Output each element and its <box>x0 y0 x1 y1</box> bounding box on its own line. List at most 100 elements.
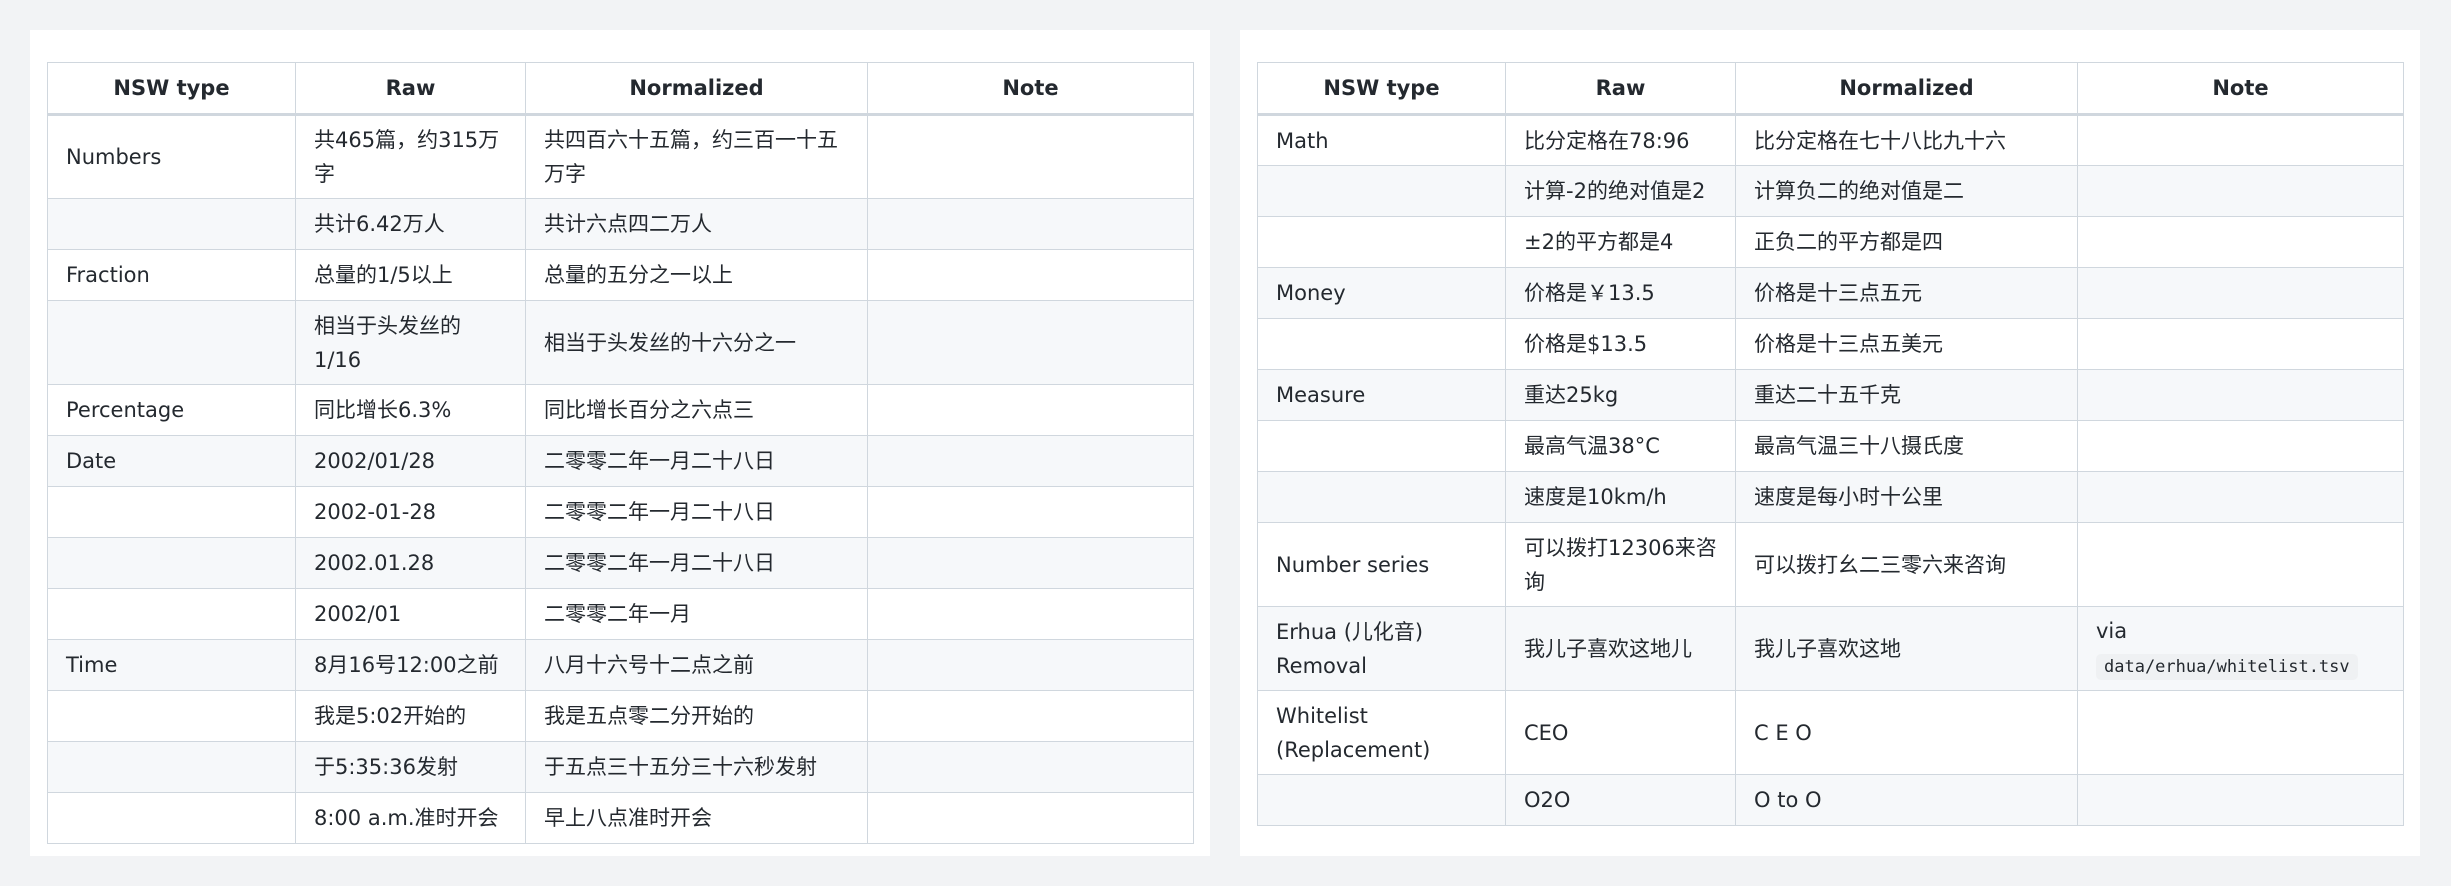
table-row: Math 比分定格在78:96 比分定格在七十八比九十六 <box>1257 114 2404 166</box>
cell-raw: 总量的1/5以上 <box>295 249 526 301</box>
cell-normalized: 我是五点零二分开始的 <box>525 690 868 742</box>
cell-note <box>867 639 1194 691</box>
cell-note <box>2077 216 2404 268</box>
cell-note <box>2077 690 2404 775</box>
cell-normalized: C E O <box>1735 690 2078 775</box>
cell-normalized: 可以拨打幺二三零六来咨询 <box>1735 522 2078 607</box>
cell-raw: 价格是￥13.5 <box>1505 267 1736 319</box>
cell-raw: 重达25kg <box>1505 369 1736 421</box>
cell-normalized: 早上八点准时开会 <box>525 792 868 844</box>
cell-nsw-type <box>1257 165 1506 217</box>
cell-note <box>867 249 1194 301</box>
cell-normalized: 共计六点四二万人 <box>525 198 868 250</box>
cell-nsw-type <box>1257 216 1506 268</box>
cell-nsw-type: Numbers <box>47 114 296 199</box>
table-row: Number series 可以拨打12306来咨询 可以拨打幺二三零六来咨询 <box>1257 522 2404 607</box>
cell-raw: 2002/01 <box>295 588 526 640</box>
cell-nsw-type <box>47 537 296 589</box>
cell-note <box>2077 420 2404 472</box>
table-row: ±2的平方都是4 正负二的平方都是四 <box>1257 216 2404 268</box>
table-row: 共计6.42万人 共计六点四二万人 <box>47 198 1194 250</box>
cell-note <box>867 486 1194 538</box>
cell-nsw-type <box>47 690 296 742</box>
cell-raw: 2002.01.28 <box>295 537 526 589</box>
cell-note <box>2077 114 2404 166</box>
left-table-panel: NSW type Raw Normalized Note Numbers 共46… <box>30 30 1210 856</box>
cell-nsw-type: Date <box>47 435 296 487</box>
column-header-nsw-type: NSW type <box>1257 62 1506 115</box>
left-nsw-table: NSW type Raw Normalized Note Numbers 共46… <box>47 62 1194 844</box>
cell-raw: 速度是10km/h <box>1505 471 1736 523</box>
table-row: 2002.01.28 二零零二年一月二十八日 <box>47 537 1194 589</box>
cell-raw: 我儿子喜欢这地儿 <box>1505 606 1736 691</box>
cell-nsw-type: Fraction <box>47 249 296 301</box>
cell-raw: 2002-01-28 <box>295 486 526 538</box>
cell-nsw-type <box>47 300 296 385</box>
cell-raw: 相当于头发丝的1/16 <box>295 300 526 385</box>
cell-raw: 2002/01/28 <box>295 435 526 487</box>
cell-normalized: 最高气温三十八摄氏度 <box>1735 420 2078 472</box>
cell-nsw-type <box>1257 774 1506 826</box>
cell-note <box>2077 522 2404 607</box>
column-header-raw: Raw <box>1505 62 1736 115</box>
cell-note <box>2077 471 2404 523</box>
cell-normalized: 同比增长百分之六点三 <box>525 384 868 436</box>
cell-raw: 于5:35:36发射 <box>295 741 526 793</box>
cell-normalized: 价格是十三点五元 <box>1735 267 2078 319</box>
table-row: 2002-01-28 二零零二年一月二十八日 <box>47 486 1194 538</box>
column-header-normalized: Normalized <box>525 62 868 115</box>
table-row: Numbers 共465篇，约315万字 共四百六十五篇，约三百一十五万字 <box>47 114 1194 199</box>
right-table-panel: NSW type Raw Normalized Note Math 比分定格在7… <box>1240 30 2420 856</box>
cell-normalized: 二零零二年一月二十八日 <box>525 435 868 487</box>
table-header-row: NSW type Raw Normalized Note <box>1257 62 2404 115</box>
cell-raw: O2O <box>1505 774 1736 826</box>
table-row: Money 价格是￥13.5 价格是十三点五元 <box>1257 267 2404 319</box>
cell-nsw-type: Erhua (儿化音) Removal <box>1257 606 1506 691</box>
table-row: O2O O to O <box>1257 774 2404 826</box>
cell-nsw-type <box>47 198 296 250</box>
table-row: Fraction 总量的1/5以上 总量的五分之一以上 <box>47 249 1194 301</box>
cell-nsw-type <box>47 792 296 844</box>
table-row: 相当于头发丝的1/16 相当于头发丝的十六分之一 <box>47 300 1194 385</box>
table-row: 2002/01 二零零二年一月 <box>47 588 1194 640</box>
cell-raw: ±2的平方都是4 <box>1505 216 1736 268</box>
right-nsw-table: NSW type Raw Normalized Note Math 比分定格在7… <box>1257 62 2404 826</box>
cell-normalized: 价格是十三点五美元 <box>1735 318 2078 370</box>
cell-note <box>867 537 1194 589</box>
cell-raw: 同比增长6.3% <box>295 384 526 436</box>
column-header-raw: Raw <box>295 62 526 115</box>
cell-note <box>2077 267 2404 319</box>
cell-nsw-type <box>47 741 296 793</box>
table-header-row: NSW type Raw Normalized Note <box>47 62 1194 115</box>
cell-raw: 我是5:02开始的 <box>295 690 526 742</box>
cell-note <box>2077 369 2404 421</box>
cell-raw: 8:00 a.m.准时开会 <box>295 792 526 844</box>
table-row: Whitelist (Replacement) CEO C E O <box>1257 690 2404 775</box>
cell-note: via data/erhua/whitelist.tsv <box>2077 606 2404 691</box>
cell-raw: 8月16号12:00之前 <box>295 639 526 691</box>
cell-nsw-type: Money <box>1257 267 1506 319</box>
cell-nsw-type <box>1257 318 1506 370</box>
cell-raw: 计算-2的绝对值是2 <box>1505 165 1736 217</box>
cell-raw: 最高气温38°C <box>1505 420 1736 472</box>
cell-normalized: 于五点三十五分三十六秒发射 <box>525 741 868 793</box>
cell-raw: 价格是$13.5 <box>1505 318 1736 370</box>
cell-normalized: 八月十六号十二点之前 <box>525 639 868 691</box>
cell-note <box>867 741 1194 793</box>
table-row: 最高气温38°C 最高气温三十八摄氏度 <box>1257 420 2404 472</box>
cell-normalized: 比分定格在七十八比九十六 <box>1735 114 2078 166</box>
cell-note <box>867 384 1194 436</box>
cell-note <box>2077 774 2404 826</box>
cell-nsw-type: Percentage <box>47 384 296 436</box>
cell-raw: 可以拨打12306来咨询 <box>1505 522 1736 607</box>
cell-nsw-type: Measure <box>1257 369 1506 421</box>
table-row: 计算-2的绝对值是2 计算负二的绝对值是二 <box>1257 165 2404 217</box>
table-row: 8:00 a.m.准时开会 早上八点准时开会 <box>47 792 1194 844</box>
column-header-nsw-type: NSW type <box>47 62 296 115</box>
column-header-normalized: Normalized <box>1735 62 2078 115</box>
cell-nsw-type <box>47 486 296 538</box>
cell-normalized: 二零零二年一月二十八日 <box>525 537 868 589</box>
cell-note <box>867 690 1194 742</box>
cell-normalized: 正负二的平方都是四 <box>1735 216 2078 268</box>
cell-nsw-type: Time <box>47 639 296 691</box>
